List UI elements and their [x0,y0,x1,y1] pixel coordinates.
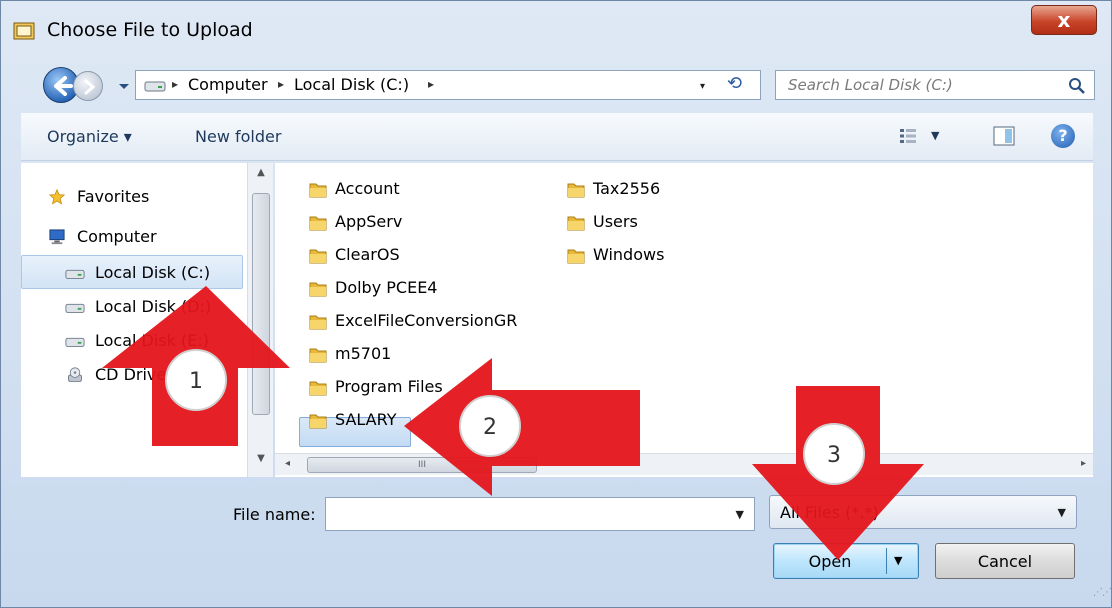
search-icon[interactable] [1068,77,1086,95]
cd-drive-icon [68,367,82,382]
organize-button[interactable]: Organize ▾ [47,127,132,146]
nav-label: Computer [77,227,157,246]
forward-button[interactable] [73,71,103,101]
scroll-left-icon[interactable]: ◂ [285,458,290,469]
file-name-text: Program Files [335,377,443,396]
file-name-label: File name: [233,505,316,524]
file-name-field[interactable]: ▼ [325,497,755,531]
open-button-label: Open [808,552,852,571]
breadcrumb-computer[interactable]: Computer [188,75,268,94]
forward-arrow-icon [84,79,96,95]
title-bar: Choose File to Upload x [1,1,1111,63]
file-type-dropdown-icon[interactable]: ▼ [1058,506,1066,519]
file-upload-dialog: Choose File to Upload x ▸ Computer ▸ Loc… [0,0,1112,608]
breadcrumb-separator: ▸ [428,77,435,91]
folder-icon [309,348,327,363]
file-name-text: Users [593,212,638,231]
app-icon [13,22,35,40]
cancel-button[interactable]: Cancel [935,543,1075,579]
file-name-text: AppServ [335,212,403,231]
help-icon[interactable]: ? [1051,124,1075,148]
scroll-right-icon[interactable]: ▸ [1081,458,1086,469]
drive-icon [65,337,85,347]
nav-vertical-scrollbar[interactable]: ▲ ▼ [247,163,273,477]
file-name-text: ExcelFileConversionGR [335,311,518,330]
nav-label: Local Disk (D:) [95,297,212,316]
open-dropdown-icon[interactable]: ▼ [894,554,902,567]
views-dropdown-icon[interactable]: ▼ [931,129,939,142]
folder-icon [567,216,585,231]
nav-label: Local Disk (E:) [95,331,209,350]
file-name-text: Dolby PCEE4 [335,278,438,297]
file-name-text: m5701 [335,344,392,363]
folder-icon [309,381,327,396]
file-name-text: Tax2556 [593,179,661,198]
dialog-title: Choose File to Upload [47,19,253,41]
file-type-select[interactable]: All Files (*.*) ▼ [769,495,1077,529]
address-dropdown-icon[interactable]: ▾ [700,81,705,92]
address-bar[interactable]: ▸ Computer ▸ Local Disk (C:) ▸ ▾ [135,70,761,100]
drive-icon [144,81,166,92]
search-box[interactable]: Search Local Disk (C:) [775,70,1095,100]
close-button[interactable]: x [1031,5,1097,35]
breadcrumb-separator: ▸ [172,77,179,91]
folder-icon [567,249,585,264]
file-name-text: SALARY [335,410,397,429]
nav-label: Favorites [77,187,150,206]
nav-label: Local Disk (C:) [95,263,211,282]
navigation-pane: Favorites Computer Local Disk (C:) Local… [21,163,273,477]
cancel-button-label: Cancel [977,552,1033,571]
open-button[interactable]: Open ▼ [773,543,919,579]
file-type-value: All Files (*.*) [780,503,879,522]
file-horizontal-scrollbar[interactable]: ◂ III ▸ [275,453,1093,475]
folder-icon [309,315,327,330]
scrollbar-thumb[interactable]: III [307,457,537,473]
command-toolbar: Organize ▾ New folder ▼ ? [21,113,1093,161]
folder-icon [309,282,327,297]
file-name-dropdown-icon[interactable]: ▼ [736,508,744,521]
folder-icon [567,183,585,198]
views-icon[interactable] [899,127,917,145]
folder-icon [309,183,327,198]
close-icon: x [1057,8,1071,32]
scroll-up-icon[interactable]: ▲ [248,167,274,189]
file-name-text: Windows [593,245,665,264]
drive-icon [65,303,85,313]
search-input[interactable]: Search Local Disk (C:) [788,76,953,94]
new-folder-button[interactable]: New folder [195,127,281,146]
breadcrumb-separator: ▸ [278,77,285,91]
split-divider [886,548,887,574]
folder-icon [309,249,327,264]
drive-icon [65,269,85,279]
file-name-text: ClearOS [335,245,400,264]
refresh-icon[interactable]: ⟲ [727,73,742,94]
resize-grip-icon[interactable]: ⋰⋰ [1093,587,1112,598]
file-list-pane: Account AppServ ClearOS Dolby PCEE4 ExcelFil… [275,163,1093,477]
folder-icon [309,216,327,231]
file-name-text: Account [335,179,400,198]
preview-pane-icon[interactable] [993,126,1015,146]
breadcrumb-local-disk[interactable]: Local Disk (C:) [294,75,409,94]
navigation-bar: ▸ Computer ▸ Local Disk (C:) ▸ ▾ ⟲ Searc… [1,63,1111,109]
computer-icon [49,229,65,245]
recent-pages-dropdown[interactable] [117,79,131,93]
nav-label: CD Drive [95,365,167,384]
scroll-down-icon[interactable]: ▼ [248,453,274,475]
star-icon [48,189,66,205]
scrollbar-thumb[interactable] [252,193,270,415]
folder-icon [309,414,327,429]
